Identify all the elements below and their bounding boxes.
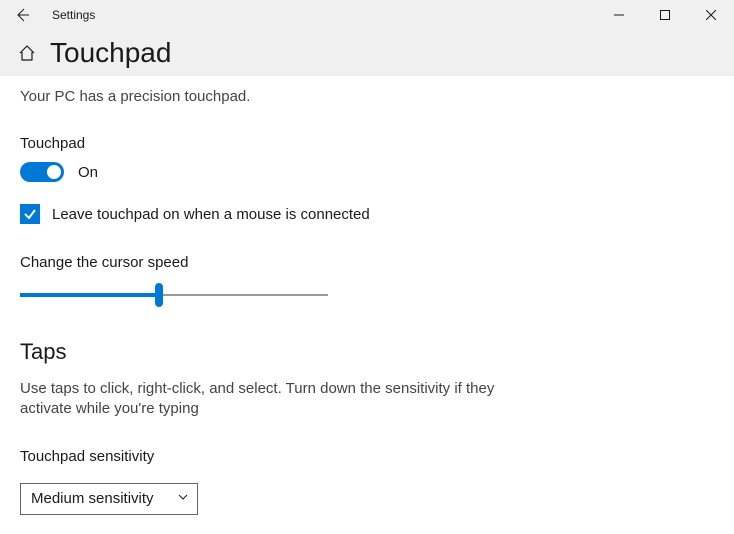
minimize-icon [614, 10, 624, 20]
taps-description: Use taps to click, right-click, and sele… [20, 379, 500, 420]
chevron-down-icon [177, 490, 189, 507]
cursor-speed-label: Change the cursor speed [20, 254, 714, 271]
minimize-button[interactable] [596, 0, 642, 30]
close-icon [706, 10, 716, 20]
touchpad-toggle-state: On [78, 164, 98, 181]
taps-heading: Taps [20, 339, 714, 365]
cursor-speed-slider[interactable] [20, 285, 328, 305]
close-button[interactable] [688, 0, 734, 30]
back-button[interactable] [0, 0, 44, 30]
maximize-button[interactable] [642, 0, 688, 30]
checkmark-icon [23, 207, 37, 221]
slider-thumb [155, 283, 163, 307]
leave-touchpad-on-label: Leave touchpad on when a mouse is connec… [52, 206, 370, 223]
sensitivity-label: Touchpad sensitivity [20, 448, 714, 465]
sensitivity-dropdown[interactable]: Medium sensitivity [20, 483, 198, 515]
precision-touchpad-text: Your PC has a precision touchpad. [20, 88, 714, 105]
arrow-left-icon [14, 7, 30, 23]
maximize-icon [660, 10, 670, 20]
touchpad-section-label: Touchpad [20, 135, 714, 152]
page-title: Touchpad [50, 37, 171, 69]
window-title: Settings [52, 8, 95, 22]
touchpad-toggle[interactable] [20, 162, 64, 182]
slider-fill [20, 293, 159, 297]
toggle-knob [47, 165, 61, 179]
home-icon [18, 44, 36, 62]
sensitivity-value: Medium sensitivity [31, 490, 154, 507]
home-button[interactable] [14, 40, 40, 66]
leave-touchpad-on-checkbox[interactable] [20, 204, 40, 224]
